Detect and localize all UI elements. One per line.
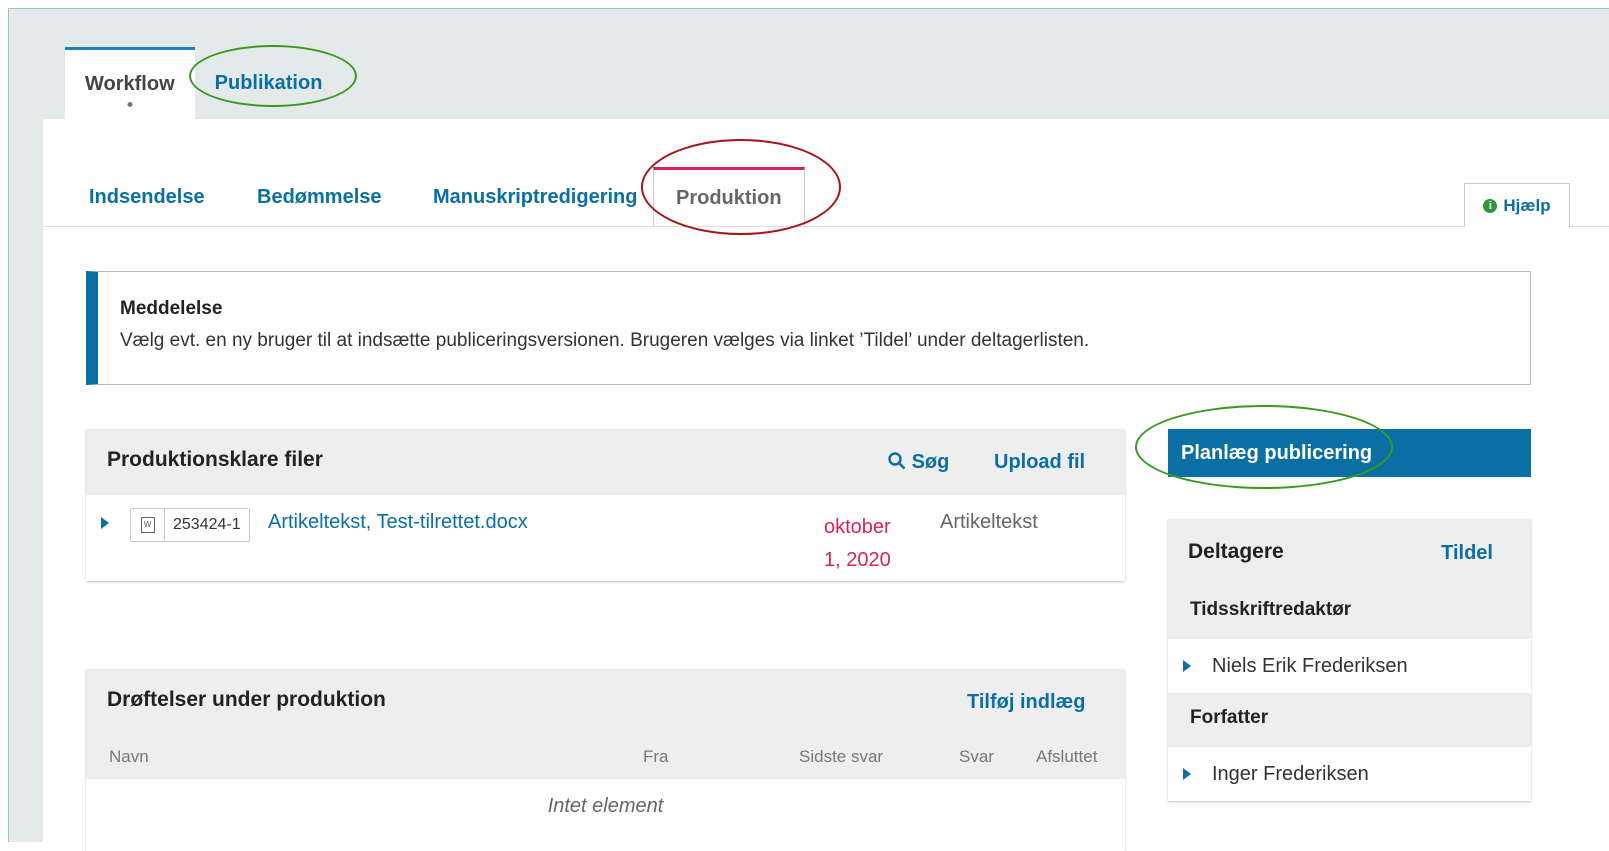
file-id: 253424-1 [173,516,241,533]
expand-row-icon[interactable] [101,517,109,529]
notice-box: Meddelelse Vælg evt. en ny bruger til at… [86,271,1531,385]
tab-production[interactable]: Produktion [653,167,805,227]
col-from: Fra [643,747,669,766]
tab-divider [43,226,1609,227]
participants-panel: Deltagere Tildel Tidsskriftredaktør Niel… [1168,519,1531,801]
grid-title: Produktionsklare filer [107,448,323,471]
main-panel: Indsendelse Bedømmelse Manuskriptrediger… [43,119,1609,851]
column-headers: Navn Fra Sidste svar Svar Afsluttet [86,735,1125,779]
tab-publication-label: Publikation [214,71,323,94]
search-icon [888,452,906,470]
assign-participant-button[interactable]: Tildel [1441,542,1493,565]
help-button[interactable]: i Hjælp [1464,183,1570,227]
tab-submission[interactable]: Indsendelse [89,167,257,227]
participant-role: Forfatter [1168,693,1531,747]
tab-publication[interactable]: Publikation [195,47,343,119]
file-id-badge: W 253424-1 [130,508,250,542]
participant-role: Tidsskriftredaktør [1168,585,1531,639]
tab-review[interactable]: Bedømmelse [257,167,433,227]
participant-item[interactable]: Niels Erik Frederiksen [1168,639,1531,693]
tab-workflow-label: Workflow [85,73,175,95]
tab-workflow[interactable]: Workflow [65,47,195,119]
grid-header: Drøftelser under produktion Tilføj indlæ… [86,669,1125,735]
top-tabs: Workflow Publikation [65,47,342,119]
tab-copyediting-label: Manuskriptredigering [433,185,638,208]
help-label: Hjælp [1503,195,1551,215]
table-row: W 253424-1 Artikeltekst, Test-tilrettet.… [86,495,1125,581]
col-name: Navn [109,747,149,766]
grid-header: Produktionsklare filer Søg Upload fil [86,429,1125,495]
stage-tabs: Indsendelse Bedømmelse Manuskriptrediger… [89,167,805,227]
add-discussion-button[interactable]: Tilføj indlæg [967,691,1086,714]
participants-header: Deltagere Tildel [1168,519,1531,585]
file-type: Artikeltekst [940,511,1038,533]
word-file-icon: W [140,517,155,533]
tab-production-label: Produktion [676,187,782,209]
schedule-publication-button[interactable]: Planlæg publicering [1168,429,1531,477]
tab-review-label: Bedømmelse [257,185,382,208]
info-icon: i [1483,198,1498,213]
file-date: oktober 1, 2020 [824,516,891,571]
col-last-reply: Sidste svar [799,747,884,766]
file-name-link[interactable]: Artikeltekst, Test-tilrettet.docx [268,511,528,534]
participant-item[interactable]: Inger Frederiksen [1168,747,1531,801]
production-discussions-grid: Drøftelser under produktion Tilføj indlæ… [86,669,1125,851]
workflow-frame: Workflow Publikation Indsendelse Bedømme… [8,8,1609,851]
empty-message: Intet element [547,795,664,817]
doc-icon-wrap: W [131,509,165,541]
search-button[interactable]: Søg [888,451,949,474]
col-closed: Afsluttet [1036,747,1098,766]
participant-name: Niels Erik Frederiksen [1212,655,1408,677]
tab-copyediting[interactable]: Manuskriptredigering [433,167,649,227]
grid-title: Drøftelser under produktion [107,688,386,711]
search-label: Søg [911,451,950,473]
upload-file-button[interactable]: Upload fil [994,451,1085,474]
participants-title: Deltagere [1188,540,1284,563]
notice-title: Meddelelse [120,298,223,319]
active-dot-icon [127,102,133,107]
col-replies: Svar [959,747,994,766]
tab-submission-label: Indsendelse [89,185,205,208]
expand-participant-icon[interactable] [1183,660,1191,672]
expand-participant-icon[interactable] [1183,768,1191,780]
participant-name: Inger Frederiksen [1212,763,1369,785]
notice-text: Vælg evt. en ny bruger til at indsætte p… [120,330,1090,351]
production-files-grid: Produktionsklare filer Søg Upload fil W … [86,429,1125,581]
